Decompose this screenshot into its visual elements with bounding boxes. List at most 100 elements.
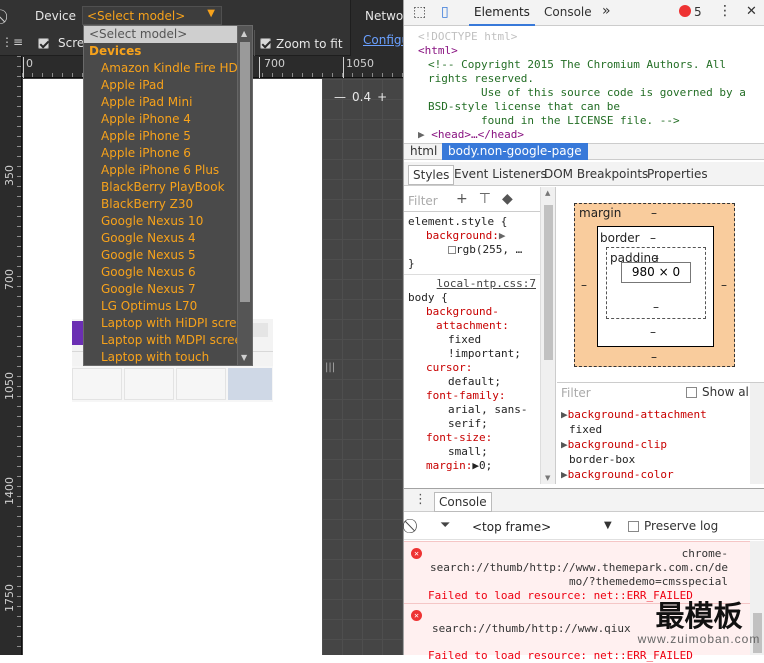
new-rule-icon[interactable]: + <box>456 191 479 207</box>
box-model-margin[interactable]: margin – – – – border – – padding – 980 … <box>574 203 735 367</box>
dropdown-option[interactable]: Apple iPhone 6 Plus <box>84 162 252 179</box>
dropdown-option[interactable]: Apple iPhone 4 <box>84 111 252 128</box>
dropdown-option[interactable]: Google Nexus 6 <box>84 264 252 281</box>
breadcrumb-html[interactable]: html <box>410 144 437 158</box>
scrollbar-thumb[interactable] <box>240 42 250 302</box>
style-value[interactable]: !important; <box>408 347 540 361</box>
style-value[interactable]: ▶0; <box>472 459 492 472</box>
computed-prop[interactable]: background-attachment <box>568 408 707 421</box>
settings-menu-icon[interactable]: ⋮ <box>718 3 732 19</box>
dom-head[interactable]: <head>…</head> <box>431 128 524 141</box>
dropdown-scrollbar[interactable]: ▲ ▼ <box>237 26 252 365</box>
chevron-down-icon[interactable]: ▼ <box>604 520 612 531</box>
configure-link[interactable]: Configu <box>363 33 403 47</box>
style-value[interactable]: rgb(255, … <box>456 243 522 256</box>
style-prop-cont[interactable]: attachment: <box>408 319 540 333</box>
expand-arrow-icon[interactable]: ▶ <box>418 128 431 141</box>
dropdown-option[interactable]: Google Nexus 5 <box>84 247 252 264</box>
inspect-icon[interactable]: ⬚ <box>413 4 426 20</box>
tab-styles[interactable]: Styles <box>408 165 455 185</box>
expand-arrow-icon[interactable]: ▶ <box>561 408 568 421</box>
styles-rules[interactable]: element.style { background:▶ rgb(255, … … <box>404 215 540 473</box>
style-prop[interactable]: margin: <box>426 459 472 472</box>
style-prop[interactable]: background- <box>408 305 540 319</box>
tab-event-listeners[interactable]: Event Listeners <box>454 167 547 181</box>
dropdown-option[interactable]: Apple iPhone 5 <box>84 128 252 145</box>
tab-properties[interactable]: Properties <box>647 167 708 181</box>
expand-arrow-icon[interactable]: ▶ <box>499 229 506 242</box>
box-model-border[interactable]: border – – padding – 980 × 0 – <box>597 226 714 347</box>
style-value[interactable]: serif; <box>408 417 540 431</box>
device-mode-icon[interactable]: ▯ <box>441 4 449 20</box>
dropdown-option[interactable]: Amazon Kindle Fire HDX <box>84 60 252 77</box>
dropdown-option[interactable]: Apple iPad Mini <box>84 94 252 111</box>
scroll-down-icon[interactable]: ▼ <box>545 474 550 482</box>
zoom-out-icon[interactable]: — <box>334 90 346 104</box>
computed-prop[interactable]: background-color <box>568 468 674 481</box>
dropdown-option[interactable]: Laptop with MDPI screen <box>84 332 252 349</box>
styles-scrollbar[interactable]: ▲ ▼ <box>540 187 555 484</box>
computed-prop-row[interactable]: ▶background-clip <box>561 437 761 452</box>
dropdown-placeholder-option[interactable]: <Select model> <box>84 26 252 43</box>
tab-elements[interactable]: Elements <box>469 5 535 26</box>
dropdown-option[interactable]: Google Nexus 10 <box>84 213 252 230</box>
dropdown-option[interactable]: Google Nexus 7 <box>84 281 252 298</box>
network-label[interactable]: Network <box>365 9 403 23</box>
style-property-row[interactable]: margin:▶0; <box>408 459 540 473</box>
styles-filter-input[interactable]: Filter <box>408 194 438 208</box>
scrollbar-thumb[interactable] <box>544 205 553 360</box>
layout-icon[interactable]: ⋮≡ <box>1 35 23 50</box>
breadcrumb-body[interactable]: body.non-google-page <box>442 143 588 160</box>
error-count[interactable]: 5 <box>694 5 702 19</box>
zoom-to-fit-checkbox[interactable] <box>260 38 271 49</box>
style-value[interactable]: default; <box>408 375 540 389</box>
tab-dom-breakpoints[interactable]: DOM Breakpoints <box>544 167 648 181</box>
error-url-link[interactable]: chrome- search://thumb/http://www.themep… <box>426 547 728 589</box>
context-select[interactable]: <top frame> <box>472 520 551 534</box>
style-property-row[interactable]: background:▶ <box>408 229 540 243</box>
expand-arrow-icon[interactable]: ▶ <box>561 438 568 451</box>
expand-arrow-icon[interactable]: ▶ <box>561 468 568 481</box>
computed-filter-input[interactable]: Filter <box>561 386 591 400</box>
dropdown-option[interactable]: LG Optimus L70 <box>84 298 252 315</box>
style-prop[interactable]: font-size: <box>408 431 540 445</box>
style-value[interactable]: small; <box>408 445 540 459</box>
close-icon[interactable]: ✕ <box>746 4 757 19</box>
computed-prop-row[interactable]: ▶background-color <box>561 467 761 482</box>
dropdown-option[interactable]: Apple iPad <box>84 77 252 94</box>
screen-checkbox[interactable] <box>38 38 49 49</box>
scroll-up-icon[interactable]: ▲ <box>241 29 247 38</box>
drawer-tab-console[interactable]: Console <box>434 492 492 512</box>
show-all-checkbox[interactable] <box>686 387 697 398</box>
pin-icon[interactable]: ⊤ <box>479 191 502 207</box>
tab-console[interactable]: Console <box>544 5 592 19</box>
computed-scrollbar[interactable] <box>750 383 764 484</box>
color-swatch-icon[interactable] <box>448 246 456 254</box>
dropdown-option[interactable]: BlackBerry Z30 <box>84 196 252 213</box>
style-prop[interactable]: font-family: <box>408 389 540 403</box>
style-value[interactable]: arial, sans- <box>408 403 540 417</box>
style-prop[interactable]: cursor: <box>408 361 540 375</box>
resize-handle-icon[interactable]: ||| <box>325 362 335 373</box>
computed-prop-row[interactable]: ▶background-attachment <box>561 407 761 422</box>
scroll-down-icon[interactable]: ▼ <box>241 353 247 362</box>
dropdown-option[interactable]: Apple iPhone 6 <box>84 145 252 162</box>
source-link[interactable]: local-ntp.css:7 <box>408 277 540 291</box>
style-value-row[interactable]: rgb(255, … <box>408 243 540 257</box>
preserve-log-checkbox[interactable] <box>628 521 639 532</box>
error-url-link[interactable]: search://thumb/http://www.qiux <box>432 622 631 636</box>
element-state-icon[interactable]: ◆ <box>502 191 524 207</box>
box-model-padding[interactable]: padding – 980 × 0 – <box>606 247 706 319</box>
dropdown-option[interactable]: Laptop with HiDPI screen <box>84 315 252 332</box>
scroll-up-icon[interactable]: ▲ <box>545 189 550 197</box>
dom-html-open[interactable]: <html> <box>418 44 759 58</box>
zoom-in-icon[interactable]: + <box>377 90 387 104</box>
error-badge-icon[interactable] <box>679 5 691 17</box>
model-select[interactable]: <Select model> ▼ <box>82 6 222 25</box>
filter-icon[interactable]: ⏷ <box>440 518 450 533</box>
box-model-content[interactable]: 980 × 0 <box>621 262 691 283</box>
drawer-menu-icon[interactable]: ⋮ <box>414 492 427 507</box>
style-prop[interactable]: background: <box>426 229 499 242</box>
dropdown-option[interactable]: Laptop with touch <box>84 349 252 365</box>
dom-tree[interactable]: <!DOCTYPE html> <html> <!-- Copyright 20… <box>404 27 764 143</box>
